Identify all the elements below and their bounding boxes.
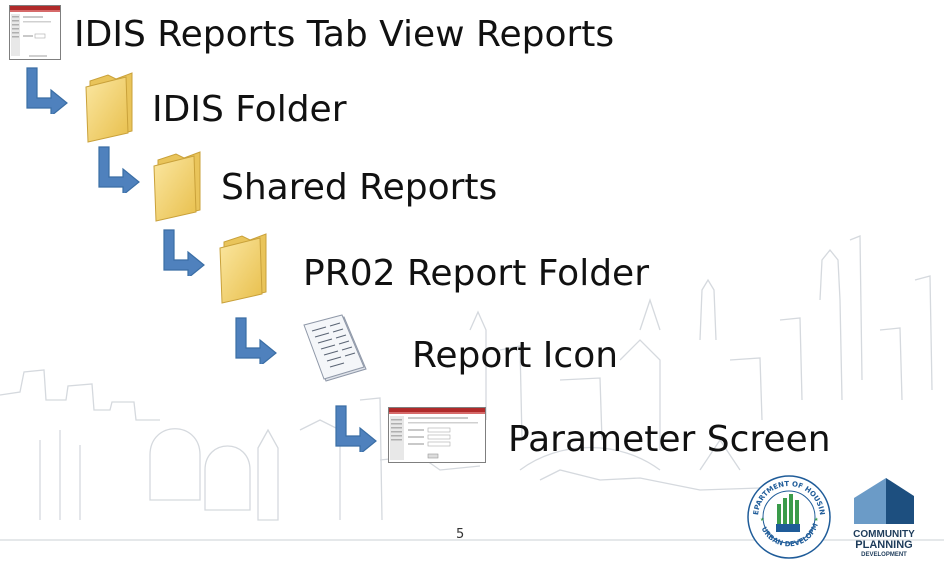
arrow-icon xyxy=(98,146,140,193)
page-number: 5 xyxy=(456,527,465,542)
step-label-shared-reports: Shared Reports xyxy=(221,167,498,208)
arrow-icon xyxy=(163,229,205,276)
step-label-report-icon: Report Icon xyxy=(412,335,619,376)
svg-text:★: ★ xyxy=(814,517,819,523)
screenshot-thumbnail-icon xyxy=(388,407,486,463)
step-label-parameter-screen: Parameter Screen xyxy=(508,419,831,460)
hud-seal-logo: DEPARTMENT OF HOUSING AND URBAN DEVELOPM… xyxy=(746,474,831,559)
cpd-line-3: DEVELOPMENT xyxy=(861,552,907,558)
step-label-pr02-report-folder: PR02 Report Folder xyxy=(303,253,650,294)
cpd-line-2: PLANNING xyxy=(855,539,913,551)
folder-icon xyxy=(219,233,267,304)
folder-icon xyxy=(153,151,201,222)
cpd-logo: COMMUNITY PLANNING DEVELOPMENT xyxy=(846,476,922,560)
folder-icon xyxy=(85,72,133,143)
svg-text:★: ★ xyxy=(760,517,765,523)
step-label-idis-folder: IDIS Folder xyxy=(152,89,347,130)
arrow-icon xyxy=(26,67,68,114)
slide: IDIS Reports Tab View Reports IDIS Folde… xyxy=(0,0,944,567)
arrow-icon xyxy=(335,405,377,452)
step-label-idis-reports-tab: IDIS Reports Tab View Reports xyxy=(74,14,615,55)
arrow-icon xyxy=(235,317,277,364)
cpd-building-icon xyxy=(854,478,914,524)
report-document-icon xyxy=(303,314,367,382)
screenshot-thumbnail-icon xyxy=(9,5,61,60)
